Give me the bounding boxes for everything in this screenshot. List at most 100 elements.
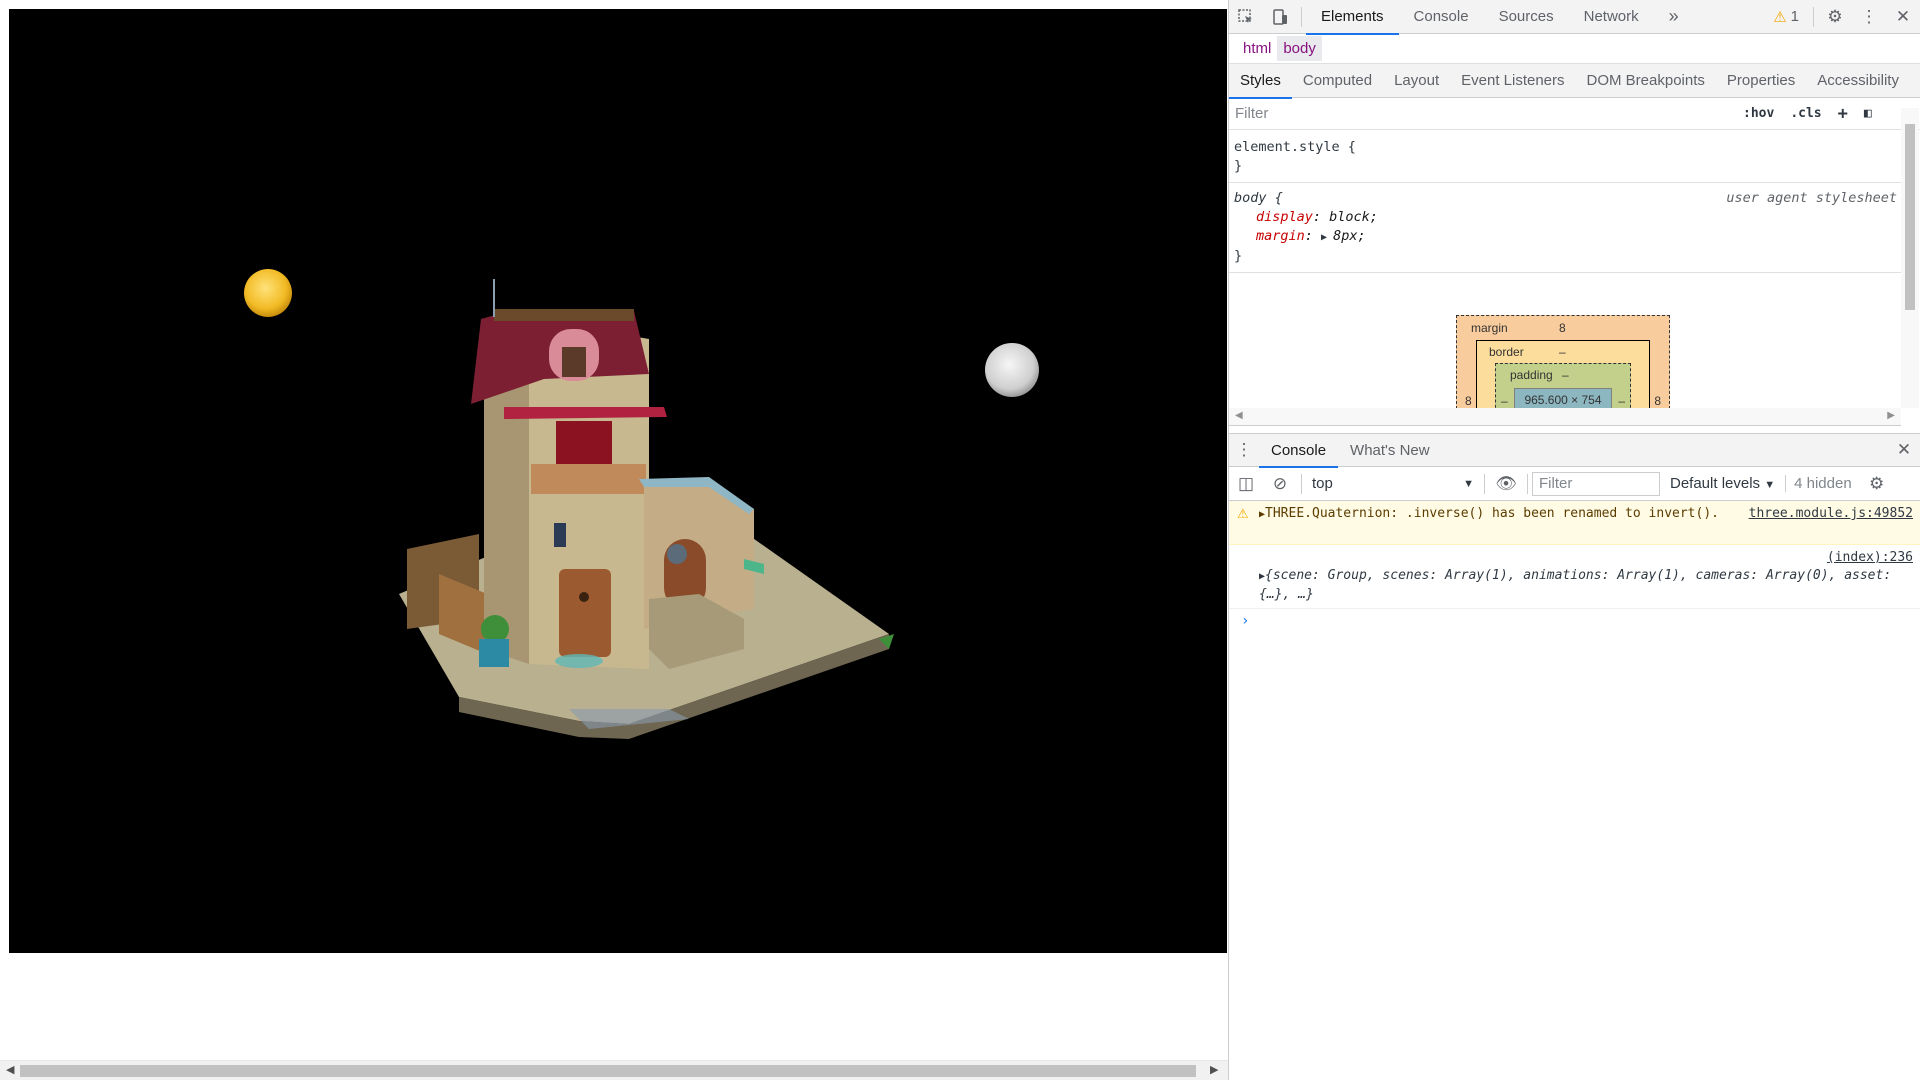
new-style-rule-icon[interactable]: + (1830, 104, 1856, 124)
drawer-tab-console[interactable]: Console (1259, 433, 1339, 468)
property-value: block; (1329, 209, 1378, 225)
property-name: margin (1256, 228, 1305, 244)
styles-filter-input[interactable] (1235, 101, 1735, 126)
console-warning-message[interactable]: ⚠ three.module.js:49852 ▶THREE.Quaternio… (1229, 501, 1920, 545)
console-filter-input[interactable] (1532, 471, 1660, 496)
toolbar-separator (1813, 6, 1814, 27)
house-model (399, 279, 894, 739)
property-value: 8px; (1333, 228, 1366, 244)
property-name: display (1256, 209, 1313, 225)
hidden-messages-count: 4 hidden (1785, 475, 1860, 492)
subtab-properties[interactable]: Properties (1716, 64, 1806, 98)
cls-toggle[interactable]: .cls (1782, 106, 1829, 121)
devtools-panel: Elements Console Sources Network » ⚠ 1 ⚙… (1228, 0, 1920, 1080)
scroll-left-arrow-icon[interactable]: ◀ (1235, 410, 1243, 421)
close-devtools-icon[interactable]: ✕ (1886, 0, 1920, 34)
console-toolbar: ◫ ⊘ top ▼ 👁 Default levels ▼ 4 hidden ⚙ (1229, 467, 1920, 501)
warnings-counter[interactable]: ⚠ 1 (1763, 0, 1809, 34)
chevron-down-icon: ▼ (1463, 477, 1474, 490)
log-levels-dropdown[interactable]: Default levels ▼ (1660, 475, 1785, 492)
log-source-link[interactable]: (index):236 (1259, 549, 1913, 567)
subtab-event-listeners[interactable]: Event Listeners (1450, 64, 1575, 98)
scrollbar-thumb[interactable] (20, 1065, 1196, 1077)
log-levels-value: Default levels (1670, 475, 1761, 492)
clear-console-icon[interactable]: ⊘ (1263, 467, 1297, 501)
live-expression-eye-icon[interactable]: 👁 (1489, 467, 1523, 501)
toolbar-separator (1527, 473, 1528, 494)
toggle-sidebar-icon[interactable]: ◧ (1856, 106, 1880, 121)
box-model-diagram: margin 8 8 8 border – padding – – – 965.… (1456, 315, 1670, 418)
warning-message-text: THREE.Quaternion: .inverse() has been re… (1265, 506, 1719, 521)
toolbar-separator (1301, 473, 1302, 494)
style-property[interactable]: display: block; (1234, 208, 1893, 227)
toolbar-separator (1484, 473, 1485, 494)
console-log-message[interactable]: (index):236 ▶{scene: Group, scenes: Arra… (1229, 545, 1920, 609)
padding-left-value: – (1501, 394, 1508, 408)
device-toolbar-icon[interactable] (1263, 0, 1297, 34)
more-tabs-icon[interactable]: » (1654, 0, 1694, 34)
scrollbar-thumb[interactable] (1905, 124, 1915, 310)
scroll-right-arrow-icon[interactable]: ▶ (1887, 410, 1895, 421)
elements-subtabs: Styles Computed Layout Event Listeners D… (1229, 64, 1920, 99)
styles-horizontal-scrollbar[interactable]: ◀ ▶ (1229, 408, 1901, 426)
tab-console[interactable]: Console (1399, 0, 1484, 34)
scroll-left-arrow-icon[interactable]: ◀ (6, 1063, 14, 1076)
subtab-dom-breakpoints[interactable]: DOM Breakpoints (1576, 64, 1716, 98)
scroll-right-arrow-icon[interactable]: ▶ (1210, 1063, 1218, 1076)
drawer-menu-icon[interactable]: ⋮ (1229, 433, 1259, 467)
console-messages: ⚠ three.module.js:49852 ▶THREE.Quaternio… (1229, 501, 1920, 633)
chevron-down-icon: ▼ (1764, 479, 1776, 491)
breadcrumb-html[interactable]: html (1237, 36, 1277, 61)
context-selector-value: top (1312, 475, 1333, 492)
toolbar-separator (1301, 6, 1302, 27)
body-selector-text: body { (1234, 190, 1283, 206)
subtab-styles[interactable]: Styles (1229, 64, 1292, 99)
warning-source-link[interactable]: three.module.js:49852 (1749, 505, 1913, 523)
prompt-chevron-icon: › (1241, 613, 1250, 629)
breadcrumb-body[interactable]: body (1277, 36, 1322, 61)
warning-icon: ⚠ (1773, 8, 1787, 26)
subtab-layout[interactable]: Layout (1383, 64, 1450, 98)
body-style-rule[interactable]: user agent stylesheet body { display: bl… (1229, 183, 1901, 273)
console-prompt[interactable]: › (1229, 609, 1920, 633)
show-sidebar-icon[interactable]: ◫ (1229, 467, 1263, 501)
page-horizontal-scrollbar[interactable]: ◀ ▶ (0, 1060, 1228, 1080)
customize-menu-icon[interactable]: ⋮ (1852, 0, 1886, 34)
expand-triangle-icon[interactable]: ▶ (1321, 232, 1333, 243)
subtab-accessibility[interactable]: Accessibility (1806, 64, 1910, 98)
close-drawer-icon[interactable]: ✕ (1887, 433, 1920, 467)
box-model-padding[interactable]: padding – – – 965.600 × 754 (1495, 363, 1631, 418)
breadcrumb: html body (1229, 34, 1920, 64)
drawer-tabbar: ⋮ Console What's New ✕ (1229, 433, 1920, 468)
margin-label: margin (1471, 321, 1508, 335)
settings-gear-icon[interactable]: ⚙ (1818, 0, 1852, 34)
margin-top-value: 8 (1559, 321, 1566, 335)
box-model-border[interactable]: border – padding – – – 965.600 × 754 (1476, 340, 1650, 418)
styles-filter-bar: :hov .cls + ◧ (1229, 98, 1920, 130)
tab-elements[interactable]: Elements (1306, 0, 1399, 35)
warning-icon: ⚠ (1237, 507, 1249, 522)
inspect-element-icon[interactable] (1229, 0, 1263, 34)
user-agent-stylesheet-label: user agent stylesheet (1726, 190, 1897, 206)
drawer-tab-whats-new[interactable]: What's New (1338, 433, 1442, 467)
styles-vertical-scrollbar[interactable] (1901, 108, 1919, 408)
tab-network[interactable]: Network (1569, 0, 1654, 34)
margin-left-value: 8 (1465, 394, 1472, 408)
padding-right-value: – (1618, 394, 1625, 408)
style-property[interactable]: margin: ▶ 8px; (1234, 227, 1893, 247)
console-settings-gear-icon[interactable]: ⚙ (1860, 467, 1894, 501)
rule-close-brace: } (1234, 158, 1243, 174)
border-label: border (1489, 345, 1524, 359)
tab-sources[interactable]: Sources (1484, 0, 1569, 34)
log-object-preview: {scene: Group, scenes: Array(1), animati… (1259, 568, 1892, 602)
property-colon: : (1304, 228, 1322, 244)
box-model-margin[interactable]: margin 8 8 8 border – padding – – – 965.… (1456, 315, 1670, 418)
padding-value: – (1562, 368, 1569, 382)
page-viewport: ◀ ▶ (0, 0, 1228, 1080)
context-selector[interactable]: top ▼ (1306, 472, 1480, 496)
threejs-canvas[interactable] (9, 9, 1227, 953)
hov-toggle[interactable]: :hov (1735, 106, 1782, 121)
rule-close-brace: } (1234, 248, 1243, 264)
subtab-computed[interactable]: Computed (1292, 64, 1383, 98)
element-style-rule[interactable]: element.style { } (1229, 132, 1901, 183)
